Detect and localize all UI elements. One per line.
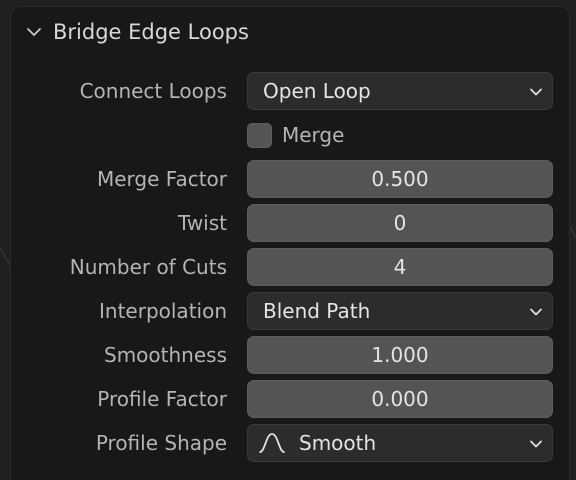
- chevron-down-icon: [530, 308, 542, 316]
- merge-factor-label: Merge Factor: [96, 167, 227, 191]
- number-of-cuts-label: Number of Cuts: [69, 255, 227, 279]
- chevron-down-icon: [530, 88, 542, 96]
- merge-checkbox[interactable]: Merge: [247, 120, 344, 150]
- interpolation-value: Blend Path: [263, 299, 371, 323]
- number-of-cuts-field[interactable]: 4: [247, 248, 553, 286]
- profile-shape-dropdown[interactable]: Smooth: [247, 424, 553, 462]
- connect-loops-label: Connect Loops: [79, 79, 227, 103]
- profile-shape-value: Smooth: [299, 431, 377, 455]
- merge-checkbox-label: Merge: [282, 123, 345, 147]
- profile-factor-label: Profile Factor: [97, 387, 227, 411]
- merge-factor-field[interactable]: 0.500: [247, 160, 553, 198]
- profile-factor-field[interactable]: 0.000: [247, 380, 553, 418]
- connect-loops-value: Open Loop: [263, 79, 371, 103]
- chevron-down-icon: [27, 28, 41, 36]
- smooth-falloff-icon: [259, 433, 285, 453]
- twist-label: Twist: [177, 211, 227, 235]
- profile-shape-label: Profile Shape: [95, 431, 227, 455]
- connect-loops-dropdown[interactable]: Open Loop: [247, 72, 553, 110]
- interpolation-label: Interpolation: [99, 299, 227, 323]
- panel-header[interactable]: Bridge Edge Loops: [11, 7, 569, 57]
- chevron-down-icon: [530, 440, 542, 448]
- twist-field[interactable]: 0: [247, 204, 553, 242]
- operator-panel: Bridge Edge Loops Connect Loops Open Loo…: [10, 6, 570, 480]
- merge-checkbox-box[interactable]: [247, 122, 272, 148]
- smoothness-label: Smoothness: [104, 343, 227, 367]
- interpolation-dropdown[interactable]: Blend Path: [247, 292, 553, 330]
- panel-title: Bridge Edge Loops: [53, 20, 249, 44]
- smoothness-field[interactable]: 1.000: [247, 336, 553, 374]
